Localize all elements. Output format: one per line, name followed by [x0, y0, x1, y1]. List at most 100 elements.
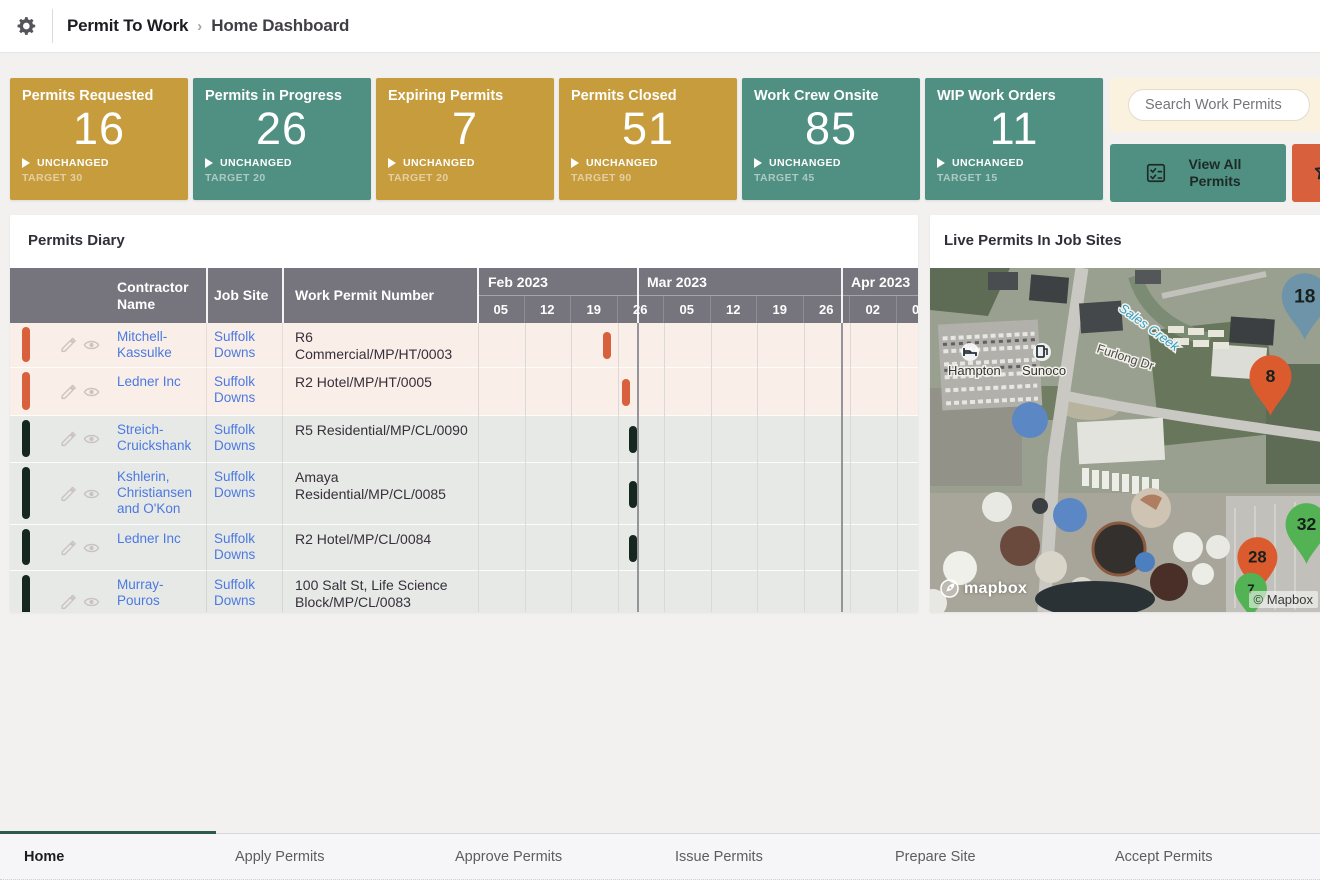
gantt-bar[interactable] — [622, 379, 630, 406]
job-site-link[interactable]: Suffolk Downs — [214, 469, 276, 501]
edit-pencil-icon[interactable] — [60, 485, 77, 502]
kpi-trend-label: UNCHANGED — [952, 157, 1024, 169]
map-attribution[interactable]: © Mapbox — [1249, 591, 1318, 608]
view-eye-icon[interactable] — [83, 431, 100, 448]
kpi-trend-row: UNCHANGED — [937, 157, 1091, 169]
kpi-trend-row: UNCHANGED — [205, 157, 359, 169]
view-eye-icon[interactable] — [83, 337, 100, 354]
job-site-link[interactable]: Suffolk Downs — [214, 531, 276, 563]
nav-tab-label: Approve Permits — [455, 849, 562, 865]
gantt-month-apr-2023: Apr 2023 — [841, 268, 918, 296]
diary-table-header: Contractor Name Job Site Work Permit Num… — [10, 268, 918, 323]
kpi-target: TARGET 15 — [937, 172, 1091, 184]
gantt-month-mar-2023: Mar 2023 — [637, 268, 841, 296]
kpi-card-permits-closed[interactable]: Permits Closed51UNCHANGEDTARGET 90 — [559, 78, 737, 200]
header-divider — [52, 9, 53, 43]
nav-tab-prepare-site[interactable]: Prepare Site — [880, 834, 1100, 879]
kpi-label: Permits Requested — [22, 88, 176, 104]
gantt-month-line — [841, 323, 843, 612]
permit-number: R5 Residential/MP/CL/0090 — [295, 422, 473, 439]
table-row: Streich-CruickshankSuffolk Downs R5 Resid… — [10, 416, 918, 463]
kpi-trend-label: UNCHANGED — [220, 157, 292, 169]
view-all-permits-button[interactable]: View All Permits — [1110, 144, 1286, 202]
job-site-link[interactable]: Suffolk Downs — [214, 374, 276, 406]
search-input[interactable] — [1128, 89, 1310, 121]
nav-tab-issue-permits[interactable]: Issue Permits — [660, 834, 880, 879]
kpi-card-permits-requested[interactable]: Permits Requested16UNCHANGEDTARGET 30 — [10, 78, 188, 200]
settings-button[interactable] — [0, 16, 52, 36]
bottom-navigation: Home Apply Permits Approve Permits Issue Pe… — [0, 833, 1320, 880]
permit-number: R2 Hotel/MP/HT/0005 — [295, 374, 473, 391]
kpi-trend-label: UNCHANGED — [769, 157, 841, 169]
contractor-link[interactable]: Kshlerin, Christiansen and O'Kon — [117, 469, 206, 518]
breadcrumb-page-title: Home Dashboard — [211, 16, 349, 36]
search-panel — [1110, 78, 1320, 132]
nav-tab-label: Home — [24, 849, 64, 865]
permits-diary-panel: Permits Diary Contractor Name Job Site W… — [10, 215, 918, 612]
job-site-link[interactable]: Suffolk Downs — [214, 577, 276, 609]
trend-triangle-icon — [937, 158, 945, 168]
view-eye-icon[interactable] — [83, 593, 100, 610]
status-pill — [22, 327, 30, 362]
view-eye-icon[interactable] — [83, 485, 100, 502]
kpi-card-expiring-permits[interactable]: Expiring Permits7UNCHANGEDTARGET 20 — [376, 78, 554, 200]
job-site-link[interactable]: Suffolk Downs — [214, 329, 276, 361]
kpi-target: TARGET 30 — [22, 172, 176, 184]
kpi-card-permits-in-progress[interactable]: Permits in Progress26UNCHANGEDTARGET 20 — [193, 78, 371, 200]
gantt-bar[interactable] — [603, 332, 611, 359]
nav-tab-label: Accept Permits — [1115, 849, 1213, 865]
alerts-button[interactable] — [1292, 144, 1320, 202]
gantt-bar[interactable] — [629, 426, 637, 453]
column-header-job-site: Job Site — [214, 268, 276, 323]
contractor-link[interactable]: Ledner Inc — [117, 531, 206, 547]
permit-number: Amaya Residential/MP/CL/0085 — [295, 469, 473, 503]
edit-pencil-icon[interactable] — [60, 383, 77, 400]
edit-pencil-icon[interactable] — [60, 593, 77, 610]
kpi-card-work-crew-onsite[interactable]: Work Crew Onsite85UNCHANGEDTARGET 45 — [742, 78, 920, 200]
column-divider — [282, 323, 283, 612]
gantt-bar[interactable] — [629, 481, 637, 508]
nav-tab-apply-permits[interactable]: Apply Permits — [220, 834, 440, 879]
header-separator — [206, 268, 208, 323]
star-burst-icon — [1312, 161, 1320, 188]
view-eye-icon[interactable] — [83, 383, 100, 400]
edit-pencil-icon[interactable] — [60, 337, 77, 354]
kpi-trend-row: UNCHANGED — [754, 157, 908, 169]
kpi-label: Permits in Progress — [205, 88, 359, 104]
gantt-bar[interactable] — [629, 535, 637, 562]
nav-tab-accept-permits[interactable]: Accept Permits — [1100, 834, 1320, 879]
column-header-contractor: Contractor Name — [117, 268, 205, 323]
contractor-link[interactable]: Mitchell-Kassulke — [117, 329, 206, 361]
gantt-week-gridline — [525, 323, 526, 612]
nav-tab-home[interactable]: Home — [0, 834, 220, 879]
map-marker-count: 8 — [1266, 366, 1276, 386]
satellite-map[interactable]: Sales Creek Furlong Dr Hampton Sunoco 18… — [930, 268, 1320, 612]
contractor-link[interactable]: Streich-Cruickshank — [117, 422, 206, 454]
contractor-link[interactable]: Ledner Inc — [117, 374, 206, 390]
nav-tab-approve-permits[interactable]: Approve Permits — [440, 834, 660, 879]
breadcrumb-app-title[interactable]: Permit To Work — [67, 16, 188, 36]
kpi-value: 7 — [388, 104, 542, 154]
view-eye-icon[interactable] — [83, 539, 100, 556]
gantt-week-gridline — [850, 323, 851, 612]
edit-pencil-icon[interactable] — [60, 539, 77, 556]
map-marker-32[interactable]: 32 — [1283, 502, 1320, 570]
contractor-link[interactable]: Murray-Pouros — [117, 577, 206, 609]
trend-triangle-icon — [388, 158, 396, 168]
mapbox-logo[interactable]: mapbox — [940, 579, 1027, 598]
kpi-trend-label: UNCHANGED — [37, 157, 109, 169]
map-marker-count: 32 — [1297, 514, 1317, 534]
live-permits-panel: Live Permits In Job Sites — [930, 215, 1320, 612]
edit-pencil-icon[interactable] — [60, 431, 77, 448]
mapbox-logo-text: mapbox — [964, 580, 1027, 598]
map-marker-8[interactable]: 8 — [1247, 354, 1294, 422]
status-pill — [22, 575, 30, 612]
kpi-value: 85 — [754, 104, 908, 154]
gantt-month-feb-2023: Feb 2023 — [478, 268, 637, 296]
kpi-trend-row: UNCHANGED — [571, 157, 725, 169]
job-site-link[interactable]: Suffolk Downs — [214, 422, 276, 454]
map-marker-18[interactable]: 18 — [1279, 272, 1320, 346]
table-row: Ledner Inc Suffolk Downs R2 Hotel/MP/HT/00… — [10, 368, 918, 416]
status-pill — [22, 372, 30, 410]
kpi-card-wip-work-orders[interactable]: WIP Work Orders11UNCHANGEDTARGET 15 — [925, 78, 1103, 200]
